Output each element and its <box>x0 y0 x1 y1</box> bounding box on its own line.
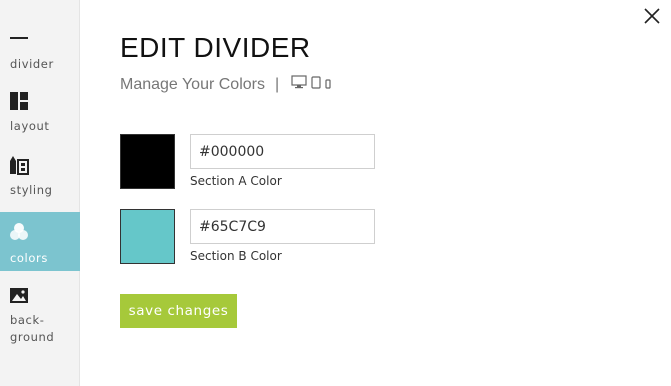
subtitle-separator: | <box>274 75 280 93</box>
sidebar-item-colors[interactable]: colors <box>0 212 80 271</box>
desktop-icon[interactable] <box>291 75 307 94</box>
section-a-color-swatch[interactable] <box>120 134 175 189</box>
layout-grid-icon <box>10 90 80 112</box>
save-changes-button[interactable]: save changes <box>120 294 237 328</box>
sidebar-item-label: styling <box>10 183 53 197</box>
sidebar-item-label: layout <box>10 119 50 133</box>
subtitle-text: Manage Your Colors <box>120 75 265 93</box>
sidebar-item-layout[interactable]: layout <box>0 90 80 150</box>
mobile-icon[interactable] <box>325 76 331 94</box>
section-b-color-input[interactable] <box>190 209 375 244</box>
section-b-color-swatch[interactable] <box>120 209 175 264</box>
divider-line-icon <box>10 28 80 50</box>
close-icon[interactable] <box>642 6 662 26</box>
section-a-color-input[interactable] <box>190 134 375 169</box>
device-icons <box>291 75 331 94</box>
page-title: EDIT DIVIDER <box>120 32 311 63</box>
sidebar-item-divider[interactable]: divider <box>0 28 80 86</box>
background-image-icon <box>10 284 80 306</box>
tablet-icon[interactable] <box>311 76 321 94</box>
section-a-color-label: Section A Color <box>190 174 282 188</box>
sidebar-item-label: back- ground <box>10 313 55 344</box>
sidebar-item-background[interactable]: back- ground <box>0 284 80 354</box>
styling-brush-icon <box>10 154 80 176</box>
sidebar-item-label: colors <box>10 251 48 265</box>
sidebar-item-label: divider <box>10 57 54 71</box>
sidebar-item-styling[interactable]: styling <box>0 154 80 212</box>
editor-sidebar: divider layout styling colors back- grou… <box>0 0 80 386</box>
section-b-color-label: Section B Color <box>190 249 282 263</box>
page-subtitle: Manage Your Colors | <box>120 75 331 94</box>
colors-circles-icon <box>10 222 80 244</box>
